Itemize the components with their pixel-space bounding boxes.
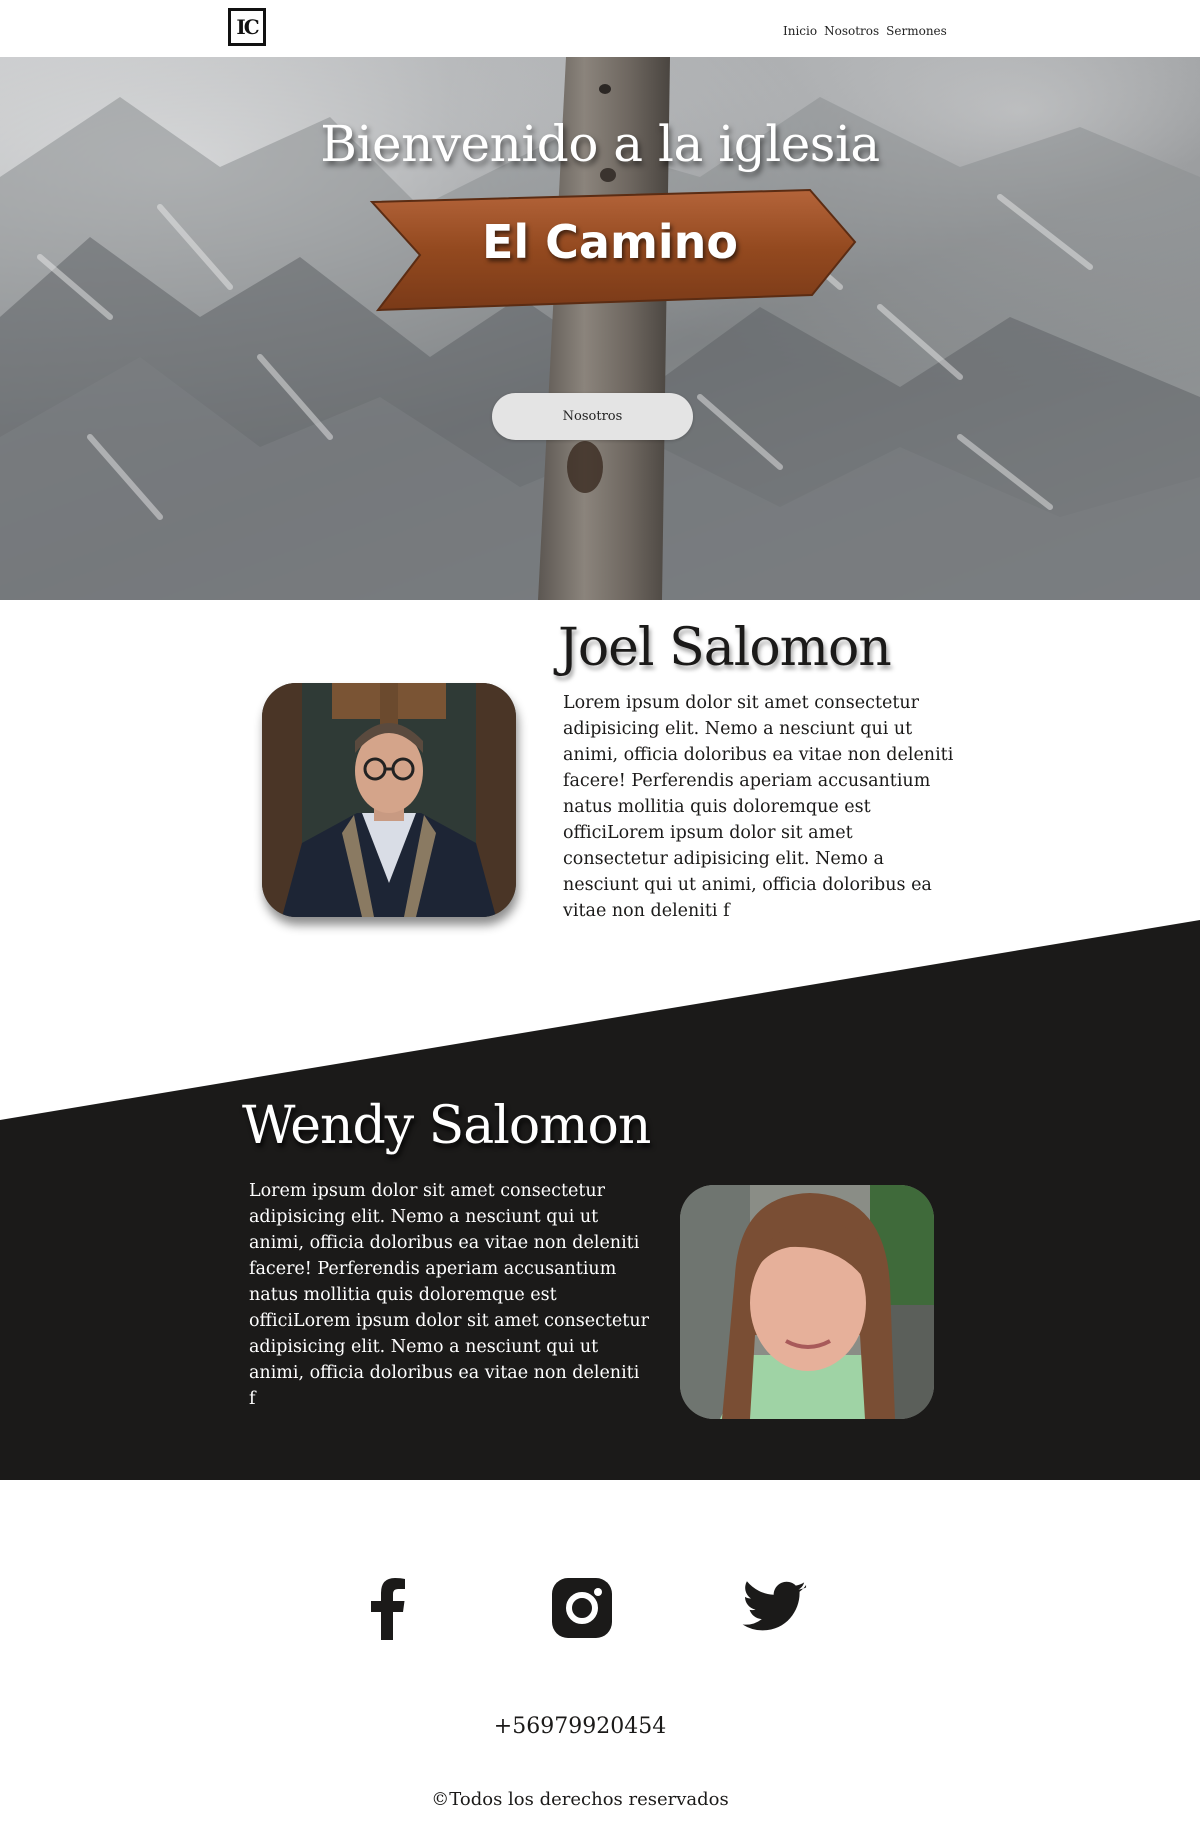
copyright-text: ©Todos los derechos reservados [431, 1789, 729, 1810]
site-logo[interactable]: IC [228, 8, 266, 46]
hero-section: Bienvenido a la iglesia El Camino Nosotr… [0, 57, 1200, 600]
main-nav: Inicio Nosotros Sermones [783, 24, 947, 38]
wendy-name: Wendy Salomon [242, 1096, 651, 1156]
nav-link-inicio[interactable]: Inicio [783, 24, 817, 38]
nav-link-sermones[interactable]: Sermones [886, 24, 947, 38]
facebook-icon[interactable] [363, 1575, 413, 1641]
nav-link-nosotros[interactable]: Nosotros [824, 24, 879, 38]
wendy-photo [680, 1185, 934, 1419]
page: IC Inicio Nosotros Sermones Bienvenido a… [0, 0, 1200, 1844]
twitter-icon[interactable] [740, 1575, 810, 1641]
joel-photo [262, 683, 516, 917]
nosotros-button[interactable]: Nosotros [492, 393, 693, 440]
wendy-bio: Lorem ipsum dolor sit amet consectetur a… [249, 1181, 649, 1409]
joel-name: Joel Salomon [558, 618, 892, 678]
instagram-icon[interactable] [550, 1575, 614, 1641]
hero-title: Bienvenido a la iglesia [320, 115, 880, 173]
phone-number[interactable]: +56979920454 [0, 1714, 1160, 1739]
joel-bio: Lorem ipsum dolor sit amet consectetur a… [563, 693, 954, 921]
hero-sign-text: El Camino [481, 215, 739, 269]
site-header: IC Inicio Nosotros Sermones [0, 0, 1200, 57]
